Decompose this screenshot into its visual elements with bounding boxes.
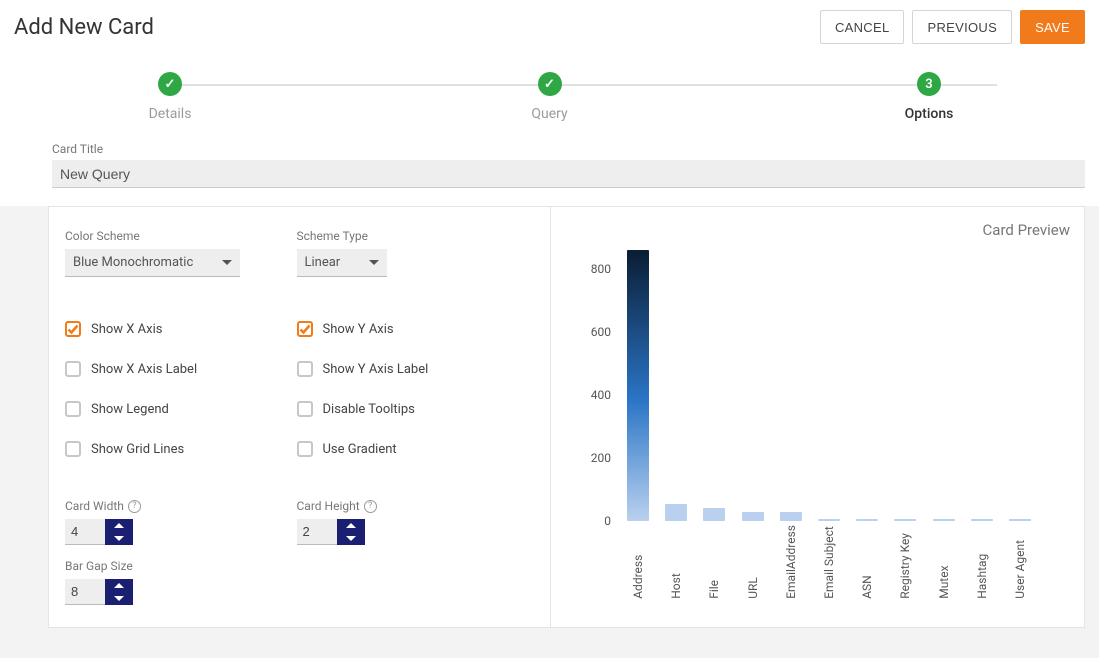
show-y-axis-label-checkbox[interactable]: Show Y Axis Label (297, 361, 529, 377)
y-axis-tick: 600 (591, 325, 611, 339)
chart-bar (818, 519, 840, 521)
check-icon (65, 321, 81, 337)
x-axis-label: URL (746, 525, 760, 599)
show-x-axis-label-label: Show X Axis Label (91, 362, 197, 377)
checkbox-icon (297, 401, 313, 417)
checkbox-icon (65, 361, 81, 377)
card-title-input[interactable] (52, 160, 1085, 188)
step-details[interactable]: ✓ Details (80, 72, 260, 122)
preview-panel: Card Preview 0200400600800 AddressHostFi… (551, 207, 1084, 627)
arrow-up-icon[interactable] (337, 519, 365, 532)
scheme-type-select[interactable]: Linear (297, 249, 387, 277)
x-axis-label: EmailAddress (784, 525, 798, 599)
show-x-axis-label-checkbox[interactable]: Show X Axis Label (65, 361, 297, 377)
disable-tooltips-checkbox[interactable]: Disable Tooltips (297, 401, 529, 417)
use-gradient-checkbox[interactable]: Use Gradient (297, 441, 529, 457)
show-x-axis-label: Show X Axis (91, 322, 162, 337)
bar-gap-stepper[interactable] (105, 579, 133, 605)
chart-bar (856, 519, 878, 521)
page-title: Add New Card (14, 15, 154, 40)
x-axis-label: Address (631, 525, 645, 599)
bar-gap-input[interactable] (65, 579, 105, 605)
chart-bar (894, 519, 916, 521)
show-y-axis-checkbox[interactable]: Show Y Axis (297, 321, 529, 337)
card-height-stepper[interactable] (337, 519, 365, 545)
x-axis-label: File (707, 525, 721, 599)
step-options[interactable]: 3 Options (839, 72, 1019, 122)
arrow-down-icon[interactable] (337, 532, 365, 545)
card-title-label: Card Title (52, 142, 1085, 156)
y-axis-tick: 800 (591, 262, 611, 276)
arrow-down-icon[interactable] (105, 532, 133, 545)
x-axis-label: Hashtag (975, 525, 989, 599)
bar-gap-label: Bar Gap Size (65, 559, 297, 573)
show-legend-checkbox[interactable]: Show Legend (65, 401, 297, 417)
y-axis-tick: 400 (591, 388, 611, 402)
chevron-down-icon (222, 260, 232, 265)
chevron-down-icon (369, 260, 379, 265)
help-icon[interactable]: ? (128, 500, 141, 513)
chart-bar (627, 250, 649, 521)
chart-bar (971, 519, 993, 521)
chart-bar (1009, 519, 1031, 521)
x-axis-label: Email Subject (822, 525, 836, 599)
show-grid-lines-checkbox[interactable]: Show Grid Lines (65, 441, 297, 457)
show-y-axis-label-label: Show Y Axis Label (323, 362, 429, 377)
x-axis-label: Host (669, 525, 683, 599)
checkbox-icon (65, 401, 81, 417)
chart-preview: 0 200 400 600 800 Address Host File URL EmailAdd… (571, 229, 1061, 599)
x-axis-label: ASN (860, 525, 874, 599)
card-height-label: Card Height (297, 499, 360, 513)
save-button[interactable]: SAVE (1020, 10, 1085, 44)
disable-tooltips-label: Disable Tooltips (323, 402, 415, 417)
scheme-type-value: Linear (305, 255, 341, 270)
x-axis-label: User Agent (1013, 525, 1027, 599)
card-width-label: Card Width (65, 499, 124, 513)
arrow-up-icon[interactable] (105, 519, 133, 532)
arrow-up-icon[interactable] (105, 579, 133, 592)
checkbox-icon (65, 441, 81, 457)
show-grid-lines-label: Show Grid Lines (91, 442, 184, 457)
checkbox-icon (297, 441, 313, 457)
color-scheme-label: Color Scheme (65, 229, 297, 243)
step-query[interactable]: ✓ Query (460, 72, 640, 122)
step-query-label: Query (531, 106, 567, 122)
step-query-badge: ✓ (538, 72, 562, 96)
x-axis-label: Mutex (937, 525, 951, 599)
show-y-axis-label: Show Y Axis (323, 322, 394, 337)
chart-bar (703, 508, 725, 521)
chart-bar (933, 519, 955, 521)
step-options-badge: 3 (917, 72, 941, 96)
x-axis-label: Registry Key (898, 525, 912, 599)
stepper: ✓ Details ✓ Query 3 Options (80, 72, 1019, 132)
chart-bar (742, 512, 764, 521)
check-icon (297, 321, 313, 337)
options-panel: Color Scheme Blue Monochromatic Scheme T… (49, 207, 551, 627)
chart-bar (780, 512, 802, 521)
color-scheme-value: Blue Monochromatic (73, 255, 193, 270)
show-x-axis-checkbox[interactable]: Show X Axis (65, 321, 297, 337)
step-options-label: Options (905, 106, 954, 122)
checkbox-icon (297, 361, 313, 377)
header-buttons: CANCEL PREVIOUS SAVE (820, 10, 1085, 44)
scheme-type-label: Scheme Type (297, 229, 529, 243)
card-width-stepper[interactable] (105, 519, 133, 545)
arrow-down-icon[interactable] (105, 592, 133, 605)
cancel-button[interactable]: CANCEL (820, 10, 905, 44)
card-width-input[interactable] (65, 519, 105, 545)
color-scheme-select[interactable]: Blue Monochromatic (65, 249, 240, 277)
card-height-input[interactable] (297, 519, 337, 545)
previous-button[interactable]: PREVIOUS (912, 10, 1012, 44)
y-axis-tick: 200 (591, 451, 611, 465)
help-icon[interactable]: ? (364, 500, 377, 513)
use-gradient-label: Use Gradient (323, 442, 397, 457)
y-axis-tick: 0 (604, 514, 611, 528)
chart-bar (665, 504, 687, 521)
step-details-badge: ✓ (158, 72, 182, 96)
show-legend-label: Show Legend (91, 402, 169, 417)
step-details-label: Details (149, 106, 192, 122)
